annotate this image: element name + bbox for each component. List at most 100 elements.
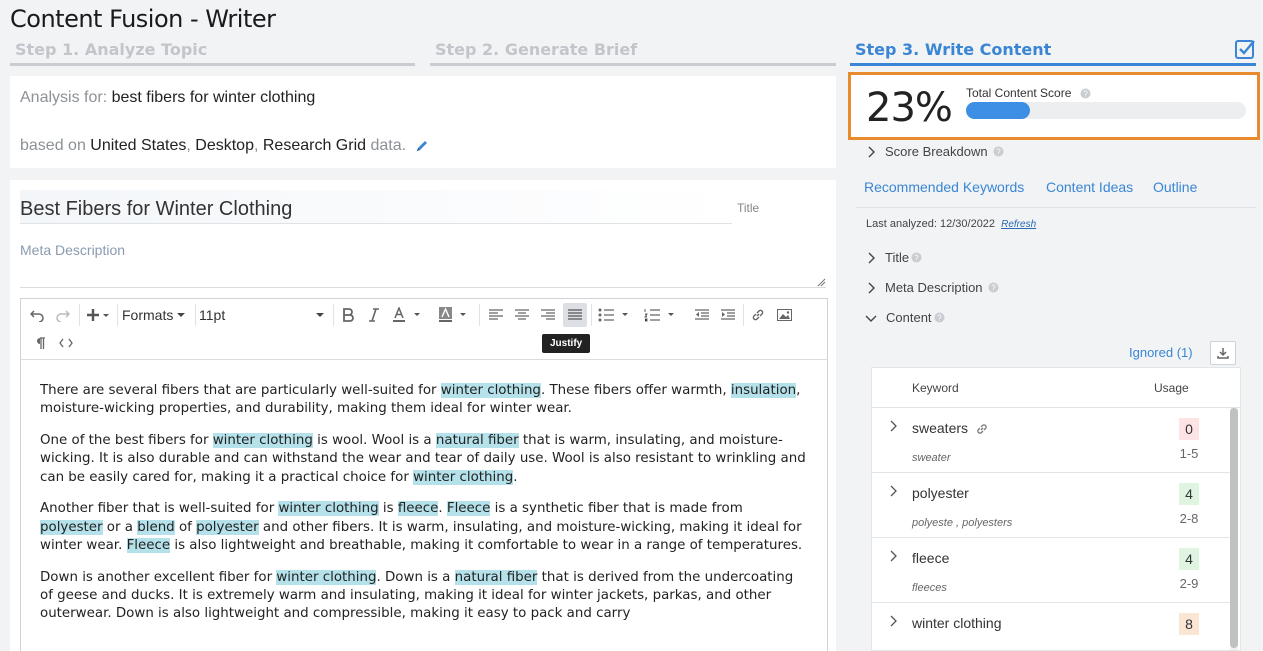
italic-icon[interactable] — [363, 304, 385, 326]
keyword-row[interactable]: polyester polyeste , polyesters 4 2-8 — [872, 473, 1230, 538]
keyword-variants: polyeste , polyesters — [912, 517, 1013, 529]
help-icon[interactable]: ? — [911, 252, 922, 263]
chevron-right-icon[interactable] — [889, 420, 897, 432]
bullet-list-icon[interactable] — [595, 304, 635, 326]
formats-dropdown[interactable]: Formats — [122, 304, 192, 326]
numbered-list-icon[interactable] — [641, 304, 681, 326]
usage-range: 2-8 — [1179, 511, 1199, 526]
sidebar-tabs: Recommended Keywords Content Ideas Outli… — [856, 176, 1256, 208]
chevron-right-icon[interactable] — [889, 615, 897, 627]
text-color-icon[interactable] — [389, 304, 429, 326]
tab-content-ideas[interactable]: Content Ideas — [1046, 179, 1133, 195]
keyword-row[interactable]: fleece fleeces 4 2-9 — [872, 538, 1230, 603]
content-text: is a synthetic fiber that is made from — [490, 501, 743, 517]
keyword-row[interactable]: sweaters sweater 0 1-5 — [872, 408, 1230, 473]
section-title-toggle[interactable]: Title ? — [867, 250, 922, 265]
content-text: is wool. Wool is a — [312, 433, 436, 449]
chevron-right-icon[interactable] — [889, 485, 897, 497]
indent-icon[interactable] — [717, 304, 739, 326]
image-icon[interactable] — [773, 304, 795, 326]
content-text: . Down is a — [376, 569, 455, 585]
usage-badge: 0 — [1179, 418, 1199, 440]
toolbar-divider — [743, 304, 744, 326]
chevron-right-icon — [868, 146, 875, 157]
step-analyze-topic[interactable]: Step 1. Analyze Topic — [10, 40, 415, 66]
toolbar-divider — [591, 304, 592, 326]
analysis-source-line: based on United States, Desktop, Researc… — [20, 137, 429, 155]
keyword-scrollbar-thumb[interactable] — [1230, 408, 1238, 648]
help-icon[interactable]: ? — [934, 312, 945, 323]
insert-plus-icon[interactable] — [83, 304, 113, 326]
chevron-right-icon — [868, 252, 875, 263]
chevron-down-icon — [865, 315, 877, 322]
help-icon[interactable]: ? — [993, 146, 1004, 157]
score-progress-bar — [966, 102, 1246, 119]
keyword-text: winter clothing — [912, 615, 1002, 631]
keyword-variants: sweater — [912, 452, 951, 464]
section-meta-description-toggle[interactable]: Meta Description ? — [867, 280, 999, 295]
help-icon[interactable]: ? — [1080, 88, 1091, 99]
keyword-name: fleece — [912, 550, 949, 566]
formats-label: Formats — [122, 307, 174, 323]
refresh-link[interactable]: Refresh — [1001, 219, 1036, 230]
keyword-name: winter clothing — [912, 615, 1002, 631]
source-code-icon[interactable] — [55, 332, 77, 354]
tab-outline[interactable]: Outline — [1153, 179, 1197, 195]
font-size-dropdown[interactable]: 11pt — [199, 304, 325, 326]
data-suffix: data. — [370, 137, 407, 154]
score-label-row: Total Content Score ? — [966, 86, 1091, 100]
usage-badge: 4 — [1179, 548, 1199, 570]
highlighted-keyword: insulation — [730, 383, 797, 398]
svg-text:?: ? — [991, 284, 996, 293]
content-text: is — [378, 501, 398, 517]
align-center-icon[interactable] — [511, 304, 533, 326]
content-text: Another fiber that is well-suited for — [40, 501, 279, 517]
step-generate-brief[interactable]: Step 2. Generate Brief — [430, 40, 836, 66]
analysis-card: Analysis for: best fibers for winter clo… — [10, 76, 836, 168]
align-right-icon[interactable] — [537, 304, 559, 326]
link-icon[interactable] — [747, 304, 769, 326]
content-paragraph: Another fiber that is well-suited for wi… — [40, 500, 809, 555]
highlighted-keyword: winter clothing — [413, 469, 514, 485]
score-percent: 23% — [866, 85, 953, 131]
align-left-icon[interactable] — [485, 304, 507, 326]
score-breakdown-toggle[interactable]: Score Breakdown ? — [867, 144, 1004, 159]
step-underline — [430, 63, 836, 66]
highlighted-keyword: polyester — [40, 519, 103, 535]
pencil-icon[interactable] — [415, 139, 429, 153]
ignored-keywords-link[interactable]: Ignored (1) — [1129, 345, 1193, 360]
editor-content-area[interactable]: There are several fibers that are partic… — [20, 360, 828, 651]
bold-icon[interactable] — [337, 304, 359, 326]
paragraph-icon[interactable] — [29, 332, 51, 354]
justify-icon[interactable] — [563, 303, 587, 327]
step-write-content[interactable]: Step 3. Write Content — [850, 40, 1256, 66]
checkbox-checked-icon[interactable] — [1234, 38, 1256, 60]
section-content-label: Content — [886, 310, 932, 325]
resize-handle-icon[interactable] — [817, 278, 826, 287]
analysis-topic-line: Analysis for: best fibers for winter clo… — [20, 89, 315, 107]
undo-icon[interactable] — [25, 304, 49, 326]
tab-recommended-keywords[interactable]: Recommended Keywords — [864, 179, 1024, 195]
keyword-table: Keyword Usage sweaters sweater 0 1-5 polyest… — [871, 367, 1241, 651]
title-input[interactable] — [20, 190, 732, 224]
chevron-right-icon[interactable] — [889, 550, 897, 562]
svg-text:?: ? — [996, 148, 1001, 157]
outdent-icon[interactable] — [691, 304, 713, 326]
meta-description-textarea[interactable] — [20, 238, 826, 288]
download-button[interactable] — [1210, 341, 1236, 365]
section-content-toggle[interactable]: Content ? — [865, 310, 945, 325]
redo-icon[interactable] — [51, 304, 75, 326]
highlighted-keyword: winter clothing — [212, 433, 313, 449]
content-paragraph: Down is another excellent fiber for wint… — [40, 569, 809, 624]
help-icon[interactable]: ? — [988, 282, 999, 293]
background-color-icon[interactable] — [435, 304, 475, 326]
content-paragraph: One of the best fibers for winter clothi… — [40, 432, 809, 487]
link-icon[interactable] — [976, 423, 988, 435]
step-label: Step 2. Generate Brief — [435, 40, 638, 59]
usage-range: 2-9 — [1179, 576, 1199, 591]
highlighted-keyword: natural fiber — [435, 433, 519, 449]
caret-down-icon — [177, 313, 186, 317]
keyword-name: polyester — [912, 485, 969, 501]
keyword-row[interactable]: winter clothing 8 — [872, 603, 1230, 650]
keyword-text: sweaters — [912, 420, 969, 436]
